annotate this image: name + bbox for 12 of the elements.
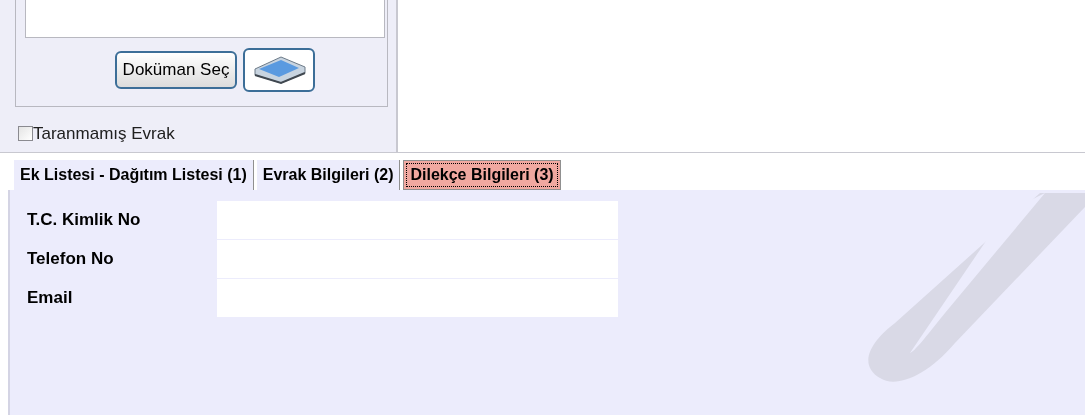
tab[interactable]: Evrak Bilgileri (2)	[256, 160, 401, 190]
checkbox[interactable]	[18, 126, 33, 142]
field-label: Email	[27, 286, 74, 309]
tab[interactable]: Dilekçe Bilgileri (3)	[403, 160, 561, 190]
field-label: Telefon No	[27, 247, 115, 270]
tab[interactable]: Ek Listesi - Dağıtım Listesi (1)	[14, 160, 254, 190]
checkbox-label: Taranmamış Evrak	[33, 123, 175, 145]
select-document-button[interactable]: Doküman Seç	[114, 51, 238, 89]
document-list-box[interactable]	[25, 0, 385, 38]
scanner-icon	[251, 55, 308, 85]
scanner-button[interactable]	[243, 48, 316, 92]
field-label: T.C. Kimlik No	[27, 208, 142, 231]
